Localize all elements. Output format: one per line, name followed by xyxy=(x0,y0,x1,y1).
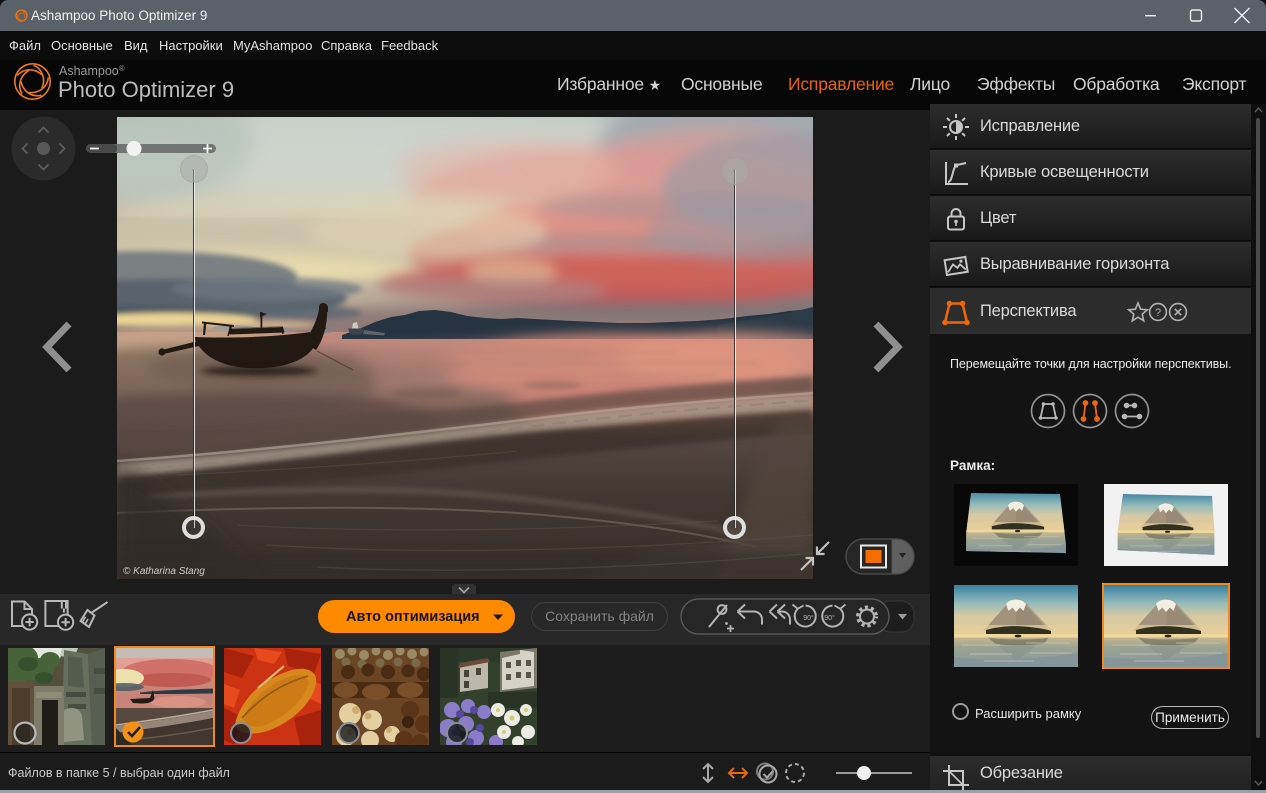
svg-text:90°: 90° xyxy=(824,614,835,622)
svg-text:90°: 90° xyxy=(803,614,814,622)
svg-text:?: ? xyxy=(1155,307,1161,319)
